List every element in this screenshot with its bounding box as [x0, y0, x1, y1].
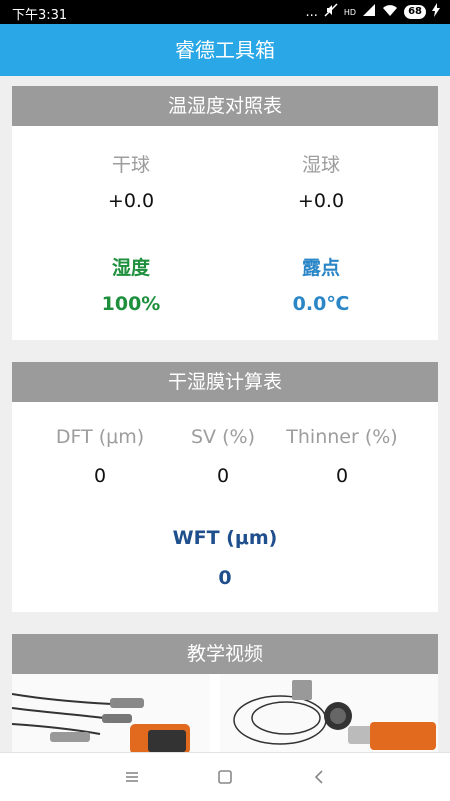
- thinner-label: Thinner (%): [286, 426, 398, 448]
- wet-bulb-label: 湿球: [301, 154, 340, 176]
- mute-icon: [324, 3, 338, 21]
- humidity-card-title: 温湿度对照表: [12, 86, 438, 126]
- video-thumbnail-2[interactable]: [220, 674, 438, 752]
- video-card[interactable]: 教学视频: [12, 634, 438, 752]
- battery-icon: 68: [404, 5, 426, 19]
- charging-icon: [432, 3, 440, 21]
- dry-bulb-value[interactable]: +0.0: [76, 190, 186, 212]
- film-card[interactable]: 干湿膜计算表 DFT (μm) SV (%) Thinner (%) 0 0 0…: [12, 362, 438, 612]
- humidity-card[interactable]: 温湿度对照表 干球 湿球 +0.0 +0.0 湿度 露点 100% 0.0℃: [12, 86, 438, 340]
- app-title: 睿德工具箱: [175, 38, 275, 62]
- sv-value[interactable]: 0: [168, 465, 278, 487]
- hd-label: HD: [343, 7, 357, 17]
- thinner-value[interactable]: 0: [278, 465, 406, 487]
- wifi-icon: [382, 3, 398, 21]
- dewpoint-label: 露点: [301, 257, 340, 279]
- film-card-title: 干湿膜计算表: [12, 362, 438, 402]
- dft-value[interactable]: 0: [40, 465, 160, 487]
- dewpoint-value: 0.0℃: [292, 293, 350, 315]
- app-bar: 睿德工具箱: [0, 24, 450, 76]
- coating-thickness-gauge-icon: [12, 693, 190, 752]
- status-icons: ... HD 68: [305, 3, 440, 21]
- cell-signal-icon: [362, 3, 376, 21]
- home-icon[interactable]: [213, 765, 237, 789]
- navigation-bar: [0, 752, 450, 801]
- dry-bulb-label: 干球: [111, 154, 150, 176]
- video-card-title: 教学视频: [12, 634, 438, 674]
- back-icon[interactable]: [307, 765, 331, 789]
- humidity-value: 100%: [101, 293, 161, 315]
- humidity-label: 湿度: [111, 257, 150, 279]
- wft-value: 0: [218, 567, 232, 589]
- dft-label: DFT (μm): [55, 426, 145, 448]
- wet-bulb-value[interactable]: +0.0: [266, 190, 376, 212]
- video-thumbnail-1[interactable]: [12, 674, 210, 752]
- sv-label: SV (%): [191, 426, 255, 448]
- wft-label: WFT (μm): [172, 527, 278, 549]
- status-time: 下午3:31: [12, 8, 68, 23]
- status-bar: 下午3:31 ... HD 68: [0, 0, 450, 24]
- pressure-gauge-icon: [233, 680, 436, 750]
- signal-dots: ...: [305, 4, 318, 20]
- menu-icon[interactable]: [120, 765, 144, 789]
